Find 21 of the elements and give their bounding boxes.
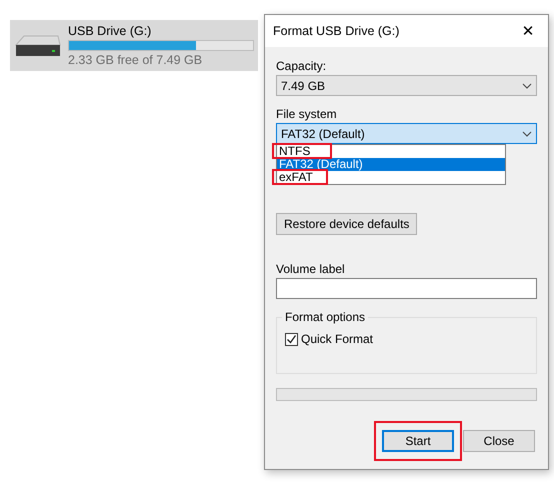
quick-format-label: Quick Format bbox=[301, 332, 374, 346]
dropdown-option[interactable]: FAT32 (Default) bbox=[277, 158, 505, 171]
file-system-label: File system bbox=[276, 107, 338, 122]
chevron-icon bbox=[522, 130, 532, 136]
volume-label-field[interactable] bbox=[276, 278, 537, 299]
free-space-text: 2.33 GB free of 7.49 GB bbox=[68, 53, 204, 67]
capacity-dropdown[interactable]: 7.49 GB bbox=[276, 75, 537, 96]
drive-tile[interactable]: USB Drive (G:) 2.33 GB free of 7.49 GB bbox=[10, 20, 258, 71]
close-button[interactable]: ✕ bbox=[508, 15, 548, 47]
group-title: Format options bbox=[282, 310, 368, 324]
window-title: Format USB Drive (G:) bbox=[273, 24, 400, 38]
start-button[interactable]: Start bbox=[382, 430, 454, 452]
quick-format-checkbox[interactable] bbox=[285, 332, 298, 346]
drive-icon bbox=[14, 32, 62, 58]
drive-name: USB Drive (G:) bbox=[68, 24, 152, 38]
restore-defaults-button[interactable]: Restore device defaults bbox=[276, 213, 418, 235]
close-dialog-button[interactable]: Close bbox=[463, 430, 535, 452]
chevron-icon bbox=[522, 82, 532, 88]
volume-label-label: Volume label bbox=[276, 262, 346, 277]
file-system-dropdown[interactable]: FAT32 (Default) bbox=[276, 123, 537, 144]
capacity-label: Capacity: bbox=[276, 59, 328, 74]
